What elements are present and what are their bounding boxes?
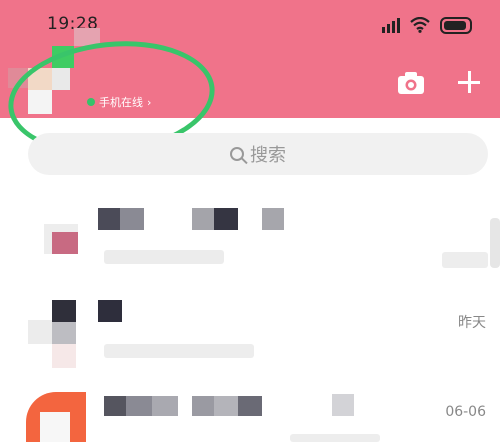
preview-text (104, 344, 254, 358)
camera-icon[interactable] (397, 71, 425, 95)
signal-icon (382, 17, 400, 33)
wifi-icon (410, 17, 430, 33)
list-item[interactable] (0, 198, 500, 288)
battery-icon (440, 16, 472, 34)
search-bar[interactable]: 搜索 (28, 133, 488, 175)
search-placeholder: 搜索 (250, 145, 286, 166)
scrollbar[interactable] (490, 218, 500, 268)
list-item[interactable]: 昨天 (0, 290, 500, 380)
search-icon (230, 147, 244, 161)
timestamp: 06-06 (445, 404, 486, 420)
timestamp: 昨天 (458, 315, 486, 331)
status-icons (382, 14, 472, 36)
preview-text (104, 250, 224, 264)
plus-icon[interactable] (456, 69, 484, 97)
list-item[interactable]: 06-06 (0, 382, 500, 442)
